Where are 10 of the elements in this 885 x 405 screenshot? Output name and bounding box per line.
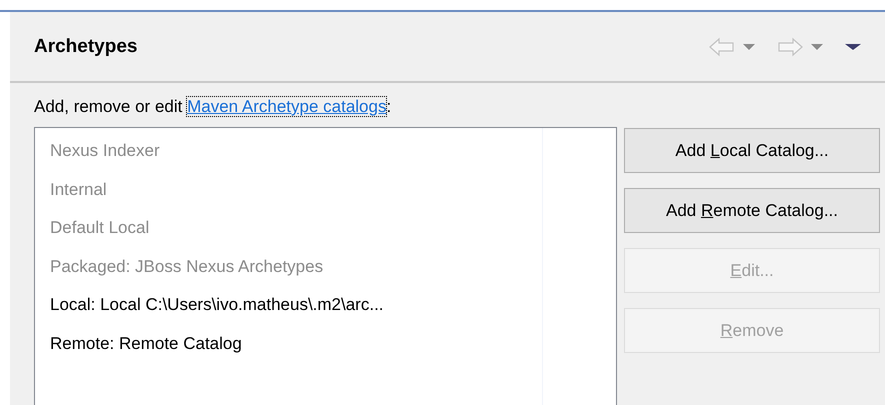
intro-text: Add, remove or edit Maven Archetype catalogs: xyxy=(34,97,392,117)
catalog-button[interactable]: Add Local Catalog... xyxy=(624,128,880,173)
section-title: Archetypes xyxy=(34,36,138,58)
forward-arrow-icon[interactable] xyxy=(777,36,803,56)
catalog-item[interactable]: Remote: Remote Catalog xyxy=(50,326,542,365)
catalogs-link[interactable]: Maven Archetype catalogs xyxy=(187,97,386,116)
catalog-item[interactable]: Local: Local C:\Users\ivo.matheus\.m2\arc... xyxy=(50,288,542,326)
caret-icon[interactable] xyxy=(845,42,861,50)
catalog-button[interactable]: Add Remote Catalog... xyxy=(624,188,880,233)
back-arrow-icon[interactable] xyxy=(709,36,735,56)
